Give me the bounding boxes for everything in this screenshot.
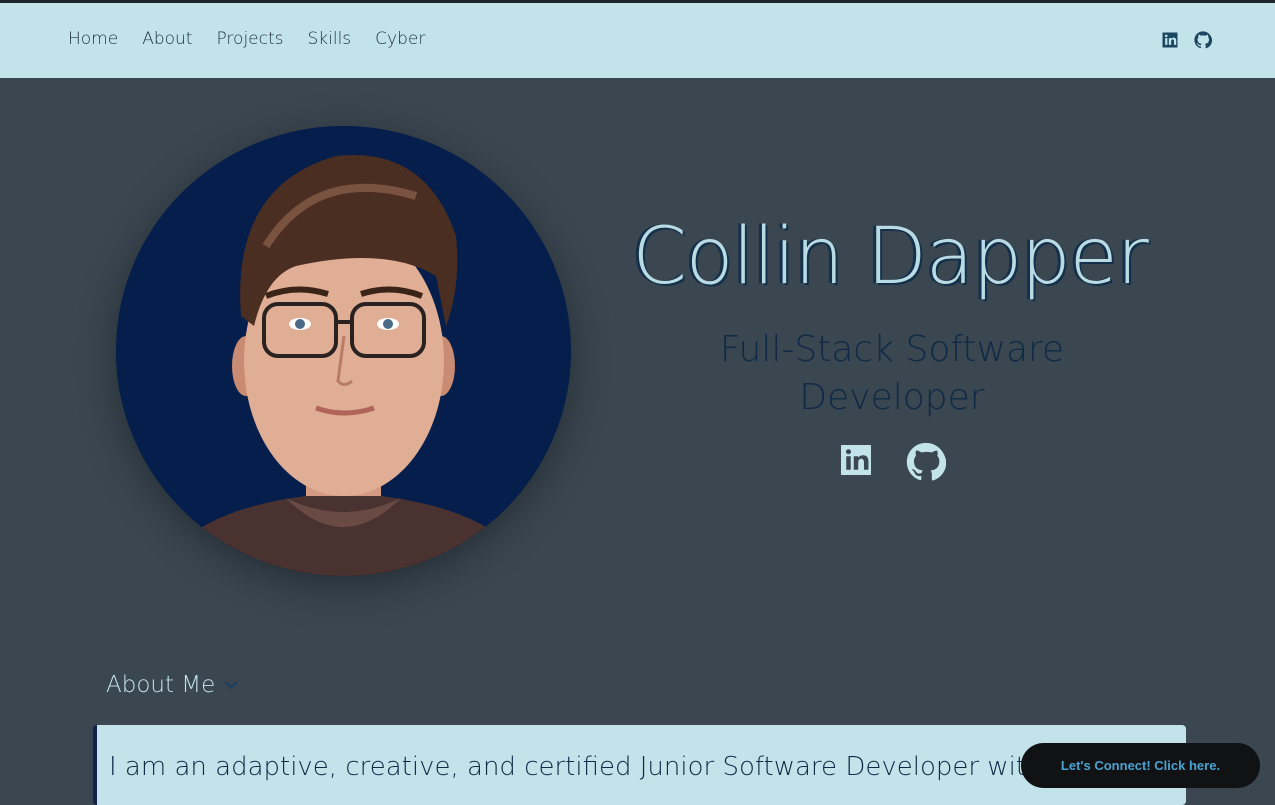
nav-social-icons bbox=[1161, 31, 1212, 49]
linkedin-icon[interactable] bbox=[1161, 31, 1179, 49]
nav-link-skills[interactable]: Skills bbox=[308, 29, 352, 49]
profile-avatar bbox=[116, 126, 571, 576]
connect-button[interactable]: Let's Connect! Click here. bbox=[1021, 743, 1260, 788]
linkedin-icon[interactable] bbox=[838, 442, 874, 482]
about-heading: About Me bbox=[106, 672, 216, 698]
chevron-down-icon bbox=[223, 677, 239, 693]
navbar: Home About Projects Skills Cyber bbox=[0, 3, 1275, 78]
hero-social-icons bbox=[838, 442, 946, 482]
hero-name: Collin Dapper bbox=[632, 212, 1148, 302]
nav-link-projects[interactable]: Projects bbox=[216, 29, 283, 49]
nav-links: Home About Projects Skills Cyber bbox=[68, 29, 425, 49]
about-text: I am an adaptive, creative, and certifie… bbox=[109, 752, 1068, 782]
nav-link-about[interactable]: About bbox=[142, 29, 192, 49]
hero-role: Full-Stack Software Developer bbox=[719, 329, 1065, 418]
nav-link-home[interactable]: Home bbox=[68, 29, 118, 49]
about-toggle[interactable]: About Me bbox=[106, 672, 239, 698]
github-icon[interactable] bbox=[1194, 31, 1212, 49]
github-icon[interactable] bbox=[906, 442, 946, 482]
nav-link-cyber[interactable]: Cyber bbox=[375, 29, 425, 49]
